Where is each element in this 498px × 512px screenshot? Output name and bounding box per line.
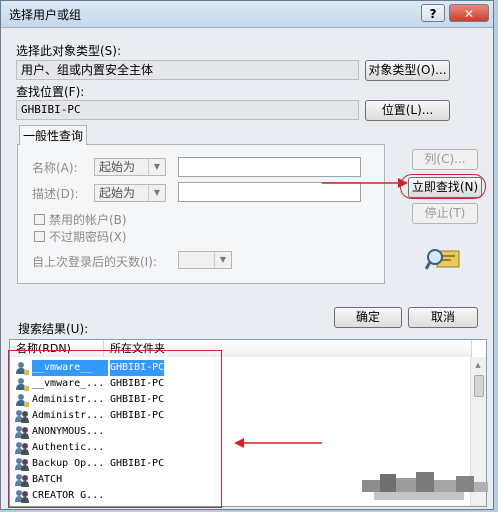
results-highlight bbox=[8, 350, 222, 508]
object-type-field: 用户、组或内置安全主体 bbox=[16, 60, 359, 80]
stop-button[interactable]: 停止(T) bbox=[412, 203, 478, 224]
disabled-accounts-label: 禁用的帐户(B) bbox=[49, 213, 127, 227]
query-panel: 名称(A): 起始为 ▼ 描述(D): 起始为 ▼ 禁用的帐户(B) 不过期密码… bbox=[17, 144, 385, 284]
search-icon bbox=[425, 249, 460, 270]
window-title: 选择用户或组 bbox=[9, 8, 82, 22]
chevron-down-icon: ▼ bbox=[148, 185, 165, 201]
non-expiring-password-label: 不过期密码(X) bbox=[49, 230, 127, 244]
object-types-button[interactable]: 对象类型(O)... bbox=[365, 60, 450, 81]
name-operator-value: 起始为 bbox=[99, 160, 136, 174]
disabled-accounts-checkbox[interactable] bbox=[34, 214, 45, 225]
name-input[interactable] bbox=[178, 157, 361, 177]
help-button[interactable]: ? bbox=[421, 4, 445, 22]
location-field: GHBIBI-PC bbox=[16, 100, 359, 120]
chevron-down-icon: ▼ bbox=[148, 159, 165, 175]
tab-general-query[interactable]: 一般性查询 bbox=[19, 125, 87, 145]
chevron-down-icon: ▼ bbox=[214, 252, 231, 268]
description-operator-select[interactable]: 起始为 ▼ bbox=[94, 184, 166, 202]
search-results-label: 搜索结果(U): bbox=[18, 322, 89, 336]
object-type-label: 选择此对象类型(S): bbox=[16, 44, 122, 58]
days-since-login-select[interactable]: ▼ bbox=[178, 251, 232, 269]
name-operator-select[interactable]: 起始为 ▼ bbox=[94, 158, 166, 176]
columns-button[interactable]: 列(C)... bbox=[412, 149, 478, 170]
days-since-login-label: 自上次登录后的天数(I): bbox=[32, 255, 157, 269]
arrow-right-icon bbox=[322, 178, 408, 188]
location-label: 查找位置(F): bbox=[16, 85, 85, 99]
title-bar: 选择用户或组 ? ✕ bbox=[1, 1, 493, 28]
scrollbar-thumb[interactable] bbox=[474, 375, 484, 397]
description-label: 描述(D): bbox=[32, 187, 79, 201]
arrow-left-icon bbox=[234, 438, 322, 448]
name-label: 名称(A): bbox=[32, 161, 78, 175]
description-operator-value: 起始为 bbox=[99, 186, 136, 200]
cancel-button[interactable]: 取消 bbox=[408, 307, 478, 328]
scroll-up-icon[interactable]: ▲ bbox=[474, 361, 482, 371]
locations-button[interactable]: 位置(L)... bbox=[365, 100, 450, 121]
ok-button[interactable]: 确定 bbox=[334, 307, 402, 328]
find-now-highlight bbox=[400, 174, 486, 199]
watermark-mosaic bbox=[362, 472, 488, 500]
close-button[interactable]: ✕ bbox=[449, 4, 489, 22]
non-expiring-password-checkbox[interactable] bbox=[34, 231, 45, 242]
